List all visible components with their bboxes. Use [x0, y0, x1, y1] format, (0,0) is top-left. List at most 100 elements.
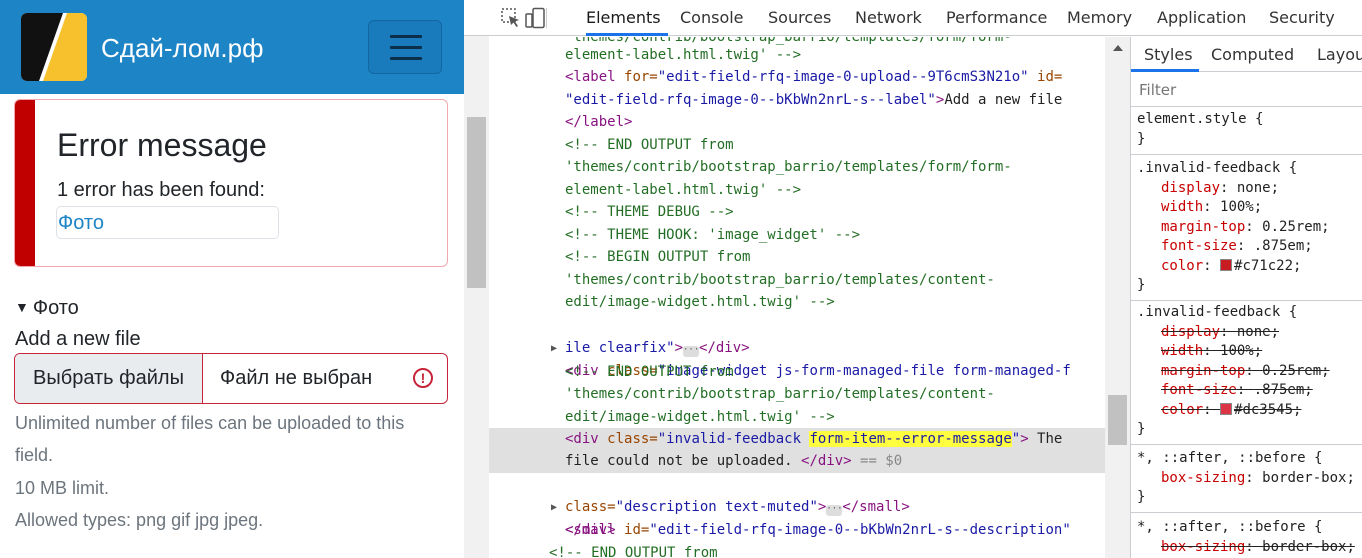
rule-separator	[1131, 300, 1362, 301]
tab-network[interactable]: Network	[855, 0, 922, 36]
help-text-size-limit: 10 MB limit.	[15, 478, 110, 498]
tab-performance[interactable]: Performance	[946, 0, 1047, 36]
rule-element-style[interactable]: element.style {	[1131, 110, 1362, 130]
styles-filter-input[interactable]: Filter	[1131, 73, 1362, 107]
rule-selector[interactable]: .invalid-feedback {	[1131, 303, 1362, 323]
dom-line-div-close[interactable]: </div>	[489, 519, 1105, 542]
css-prop-overridden[interactable]: width: 100%;	[1131, 342, 1362, 362]
highlighted-class: form-item--error-message	[809, 431, 1012, 447]
details-summary-photo[interactable]: ▼ Фото	[15, 295, 79, 320]
tab-application[interactable]: Application	[1157, 0, 1246, 36]
dom-line-comment[interactable]: 'themes/contrib/bootstrap_barrio/templat…	[489, 269, 1105, 292]
site-name[interactable]: Сдай-лом.рф	[101, 33, 263, 63]
dom-line-label-open-cont[interactable]: "edit-field-rfq-image-0--bKbWn2nrL-s--la…	[489, 89, 1105, 112]
css-prop-overridden[interactable]: font-size: .875em;	[1131, 381, 1362, 401]
dom-node-selected-cont[interactable]: file could not be uploaded. </div> == $0	[489, 450, 1105, 473]
tab-security[interactable]: Security	[1269, 0, 1335, 36]
rule-selector[interactable]: .invalid-feedback {	[1131, 159, 1362, 179]
file-field-label: Add a new file	[15, 328, 141, 350]
error-link-photo[interactable]: Фото	[56, 206, 279, 239]
rule-selector[interactable]: *, ::after, ::before {	[1131, 518, 1362, 538]
ellipsis-icon[interactable]: ···	[683, 346, 699, 357]
css-prop-overridden[interactable]: box-sizing: border-box;	[1131, 538, 1362, 558]
dom-line-comment[interactable]: <!-- END OUTPUT from	[489, 361, 1105, 384]
help-text-unlimited-cont: field.	[15, 445, 54, 465]
rule-separator	[1131, 444, 1362, 445]
css-prop[interactable]: box-sizing: border-box;	[1131, 469, 1362, 489]
dom-node-small-cont[interactable]: class="description text-muted">···</smal…	[489, 496, 1105, 519]
dom-scrollbar[interactable]	[1105, 37, 1130, 558]
tab-console[interactable]: Console	[680, 0, 744, 36]
dom-tree: 'themes/contrib/bootstrap_barrio/templat…	[489, 37, 1105, 558]
file-upload-input[interactable]: Выбрать файлы Файл не выбран !	[14, 353, 448, 404]
dom-line-comment[interactable]: <!-- THEME HOOK: 'image_widget' -->	[489, 224, 1105, 247]
hamburger-icon-bar	[390, 46, 422, 49]
dom-line-comment[interactable]: <!-- END OUTPUT from	[489, 542, 1105, 558]
page-scrollbar[interactable]	[464, 0, 489, 558]
css-prop[interactable]: color: #c71c22;	[1131, 257, 1362, 277]
hamburger-icon-bar	[390, 57, 422, 60]
rule-close: }	[1137, 489, 1146, 505]
site-logo[interactable]	[21, 13, 87, 81]
error-count: 1 error has been found:	[57, 179, 265, 201]
css-prop[interactable]: margin-top: 0.25rem;	[1131, 218, 1362, 238]
styles-tabs: Styles Computed Layout	[1131, 37, 1362, 72]
device-toolbar-icon[interactable]	[524, 7, 546, 29]
tab-layout[interactable]: Layout	[1317, 37, 1362, 72]
css-prop-overridden[interactable]: color: #dc3545;	[1131, 401, 1362, 421]
css-prop[interactable]: font-size: .875em;	[1131, 237, 1362, 257]
rule-close: }	[1137, 131, 1146, 147]
css-prop[interactable]: width: 100%;	[1131, 198, 1362, 218]
dom-line-comment[interactable]: element-label.html.twig' -->	[489, 179, 1105, 202]
devtools-toolbar: Elements Console Sources Network Perform…	[464, 0, 1362, 36]
dom-node-image-widget-cont[interactable]: ile clearfix">···</div>	[489, 337, 1105, 360]
file-status-text: Файл не выбран	[220, 367, 373, 389]
active-tab-indicator	[586, 33, 668, 36]
tab-memory[interactable]: Memory	[1067, 0, 1132, 36]
dom-line-label-open[interactable]: <label for="edit-field-rfq-image-0-uploa…	[489, 66, 1105, 89]
web-page: Сдай-лом.рф Error message 1 error has be…	[0, 0, 464, 558]
dom-line-label-close[interactable]: </label>	[489, 111, 1105, 134]
inspect-element-icon[interactable]	[500, 7, 522, 29]
tab-sources[interactable]: Sources	[768, 0, 831, 36]
navbar-toggle-button[interactable]	[368, 20, 442, 74]
dom-line-comment[interactable]: <!-- END OUTPUT from	[489, 134, 1105, 157]
styles-pane: Styles Computed Layout Filter element.st…	[1130, 37, 1362, 558]
dom-line-comment[interactable]: 'themes/contrib/bootstrap_barrio/templat…	[489, 156, 1105, 179]
dom-line-comment[interactable]: <!-- THEME DEBUG -->	[489, 201, 1105, 224]
dom-line[interactable]: element-label.html.twig' -->	[489, 44, 1105, 67]
hamburger-icon-bar	[390, 35, 422, 38]
ellipsis-icon[interactable]: ···	[826, 505, 843, 516]
triangle-down-icon: ▼	[15, 299, 29, 315]
site-navbar: Сдай-лом.рф	[0, 0, 464, 94]
css-prop-overridden[interactable]: margin-top: 0.25rem;	[1131, 362, 1362, 382]
dom-node-selected[interactable]: <div class="invalid-feedback form-item--…	[489, 428, 1105, 451]
tab-computed[interactable]: Computed	[1211, 37, 1294, 72]
scroll-up-arrow-icon[interactable]	[1113, 45, 1123, 51]
rule-selector[interactable]: *, ::after, ::before {	[1131, 449, 1362, 469]
dom-node-small[interactable]: ▶ <small id="edit-field-rfq-image-0--bKb…	[489, 474, 1105, 539]
dom-line-comment[interactable]: 'themes/contrib/bootstrap_barrio/templat…	[489, 383, 1105, 406]
devtools-panel: Elements Console Sources Network Perform…	[464, 0, 1362, 558]
invalid-exclamation-icon: !	[413, 368, 433, 388]
tab-styles[interactable]: Styles	[1144, 37, 1193, 72]
color-swatch[interactable]	[1220, 259, 1233, 271]
css-prop[interactable]: display: none;	[1131, 179, 1362, 199]
rule-separator	[1131, 154, 1362, 155]
dom-line-comment[interactable]: edit/image-widget.html.twig' -->	[489, 406, 1105, 429]
page-scrollbar-thumb[interactable]	[467, 117, 486, 288]
error-message-box: Error message 1 error has been found: Фо…	[14, 99, 448, 267]
logo-graphic	[21, 13, 87, 81]
details-summary-label: Фото	[32, 297, 79, 319]
color-swatch[interactable]	[1220, 403, 1233, 415]
help-text-allowed-types: Allowed types: png gif jpg jpeg.	[15, 510, 264, 530]
selected-marker: == $0	[851, 453, 903, 469]
choose-files-button[interactable]: Выбрать файлы	[15, 354, 203, 403]
css-prop-overridden[interactable]: display: none;	[1131, 323, 1362, 343]
toolbar-separator	[546, 8, 547, 28]
tab-elements[interactable]: Elements	[586, 0, 661, 36]
dom-scrollbar-thumb[interactable]	[1108, 395, 1127, 445]
dom-node-image-widget[interactable]: ▶ <div class="image-widget js-form-manag…	[489, 315, 1105, 380]
dom-line-comment[interactable]: <!-- BEGIN OUTPUT from	[489, 246, 1105, 269]
dom-line-comment[interactable]: edit/image-widget.html.twig' -->	[489, 291, 1105, 314]
